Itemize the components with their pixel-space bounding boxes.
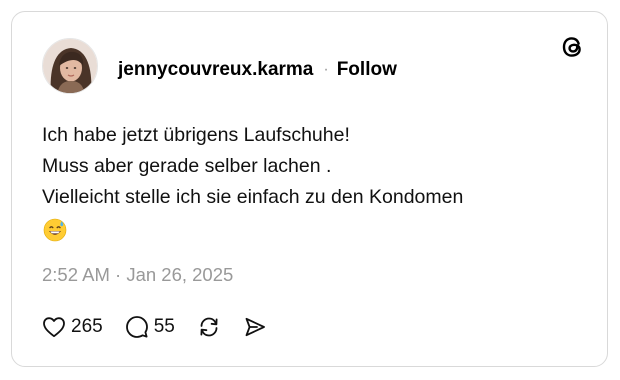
heart-icon: [42, 316, 66, 338]
reply-button[interactable]: 55: [125, 315, 175, 339]
username-link[interactable]: jennycouvreux.karma: [118, 59, 313, 81]
repost-button[interactable]: [197, 315, 221, 339]
follow-button[interactable]: Follow: [337, 59, 397, 81]
grinning-face-with-sweat-icon: [43, 218, 67, 242]
like-button[interactable]: 265: [42, 316, 103, 338]
threads-logo-icon[interactable]: [559, 34, 585, 60]
action-bar: 265 55: [42, 314, 289, 340]
speech-bubble-icon: [125, 315, 149, 339]
post-text-line: Vielleicht stelle ich sie einfach zu den…: [42, 186, 464, 208]
post-text-line: Muss aber gerade selber lachen .: [42, 155, 332, 177]
separator-dot: ·: [323, 61, 329, 78]
post-card: jennycouvreux.karma · Follow Ich habe je…: [11, 11, 608, 367]
post-text-line: Ich habe jetzt übrigens Laufschuhe!: [42, 124, 350, 146]
post-header: jennycouvreux.karma · Follow: [118, 58, 397, 82]
post-text: Ich habe jetzt übrigens Laufschuhe! Muss…: [42, 120, 582, 213]
like-count: 265: [71, 316, 103, 337]
avatar[interactable]: [42, 38, 98, 94]
share-button[interactable]: [243, 315, 267, 339]
send-icon: [243, 315, 267, 339]
repost-icon: [197, 315, 221, 339]
avatar-image: [43, 39, 97, 93]
post-timestamp[interactable]: 2:52 AM · Jan 26, 2025: [42, 264, 233, 286]
reply-count: 55: [153, 316, 175, 337]
